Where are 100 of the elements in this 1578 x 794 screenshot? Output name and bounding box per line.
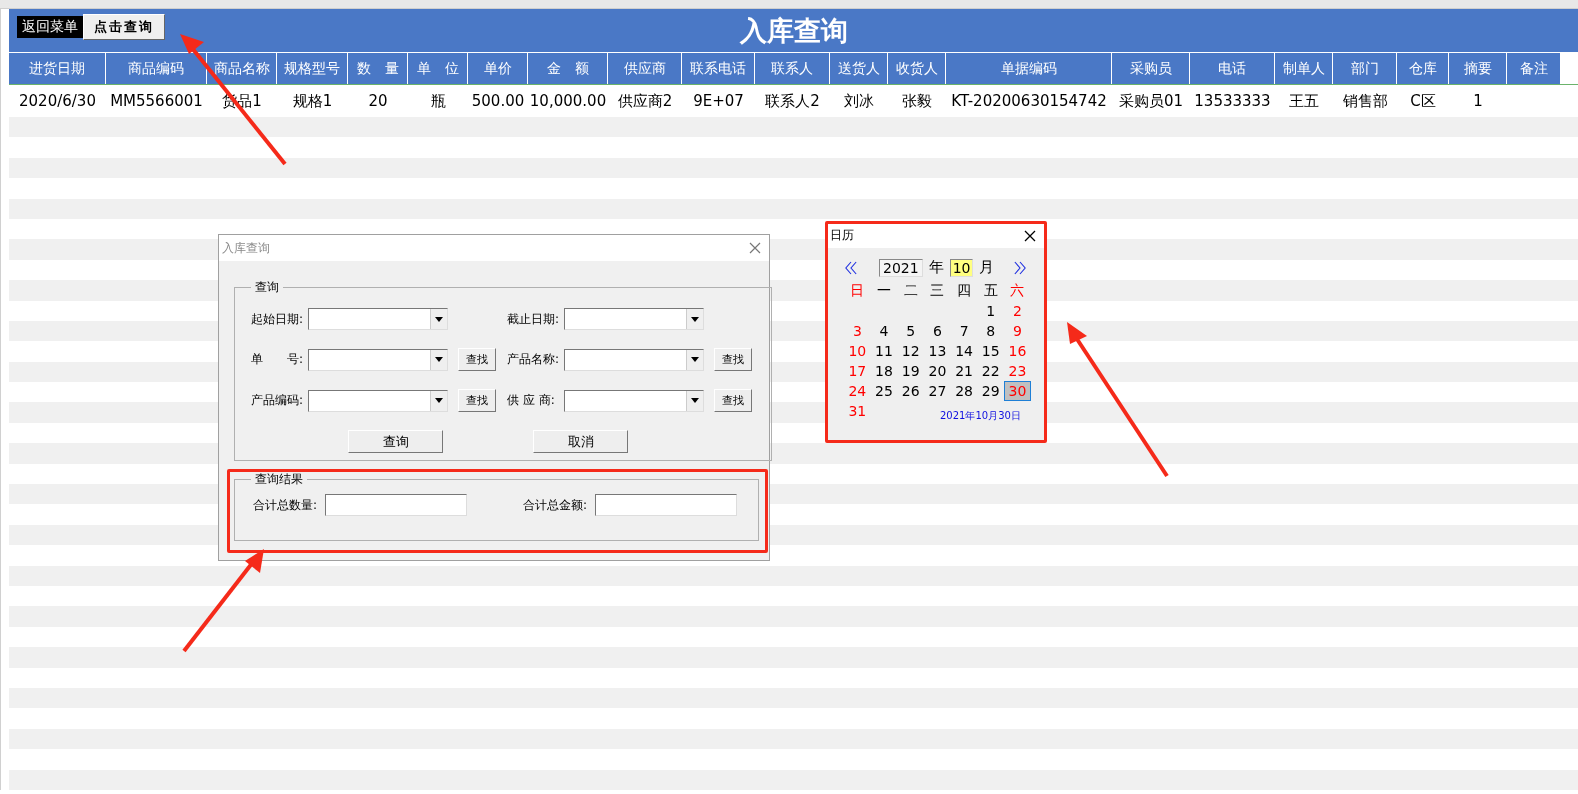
weekday-label: 四 (956, 281, 973, 300)
column-header: 摘要 (1449, 52, 1507, 84)
year-field[interactable]: 2021 (879, 258, 923, 277)
field-label: 产品编码: (251, 392, 305, 409)
table-cell-text: 供应商2 (616, 90, 674, 112)
calendar-day[interactable]: 8 (977, 321, 1005, 341)
dropdown-field[interactable] (308, 389, 448, 412)
weekday-label: 二 (902, 281, 919, 300)
dropdown-arrow-icon (435, 357, 443, 362)
month-field[interactable]: 10 (949, 258, 974, 277)
calendar-day[interactable]: 4 (870, 321, 898, 341)
table-cell-text: 张毅 (901, 90, 933, 112)
column-header: 单价 (468, 52, 528, 84)
column-header: 联系人 (755, 52, 830, 84)
column-header: 备注 (1507, 52, 1561, 84)
column-header: 联系电话 (682, 52, 755, 84)
group-title: 查询结果 (254, 471, 304, 488)
dropdown-field[interactable] (564, 308, 704, 330)
table-cell-text: 联系人2 (764, 90, 821, 112)
table-cell-text: 500.00 (470, 91, 526, 112)
table-cell-text: 20 (367, 91, 389, 112)
calendar-day[interactable]: 13 (924, 341, 951, 361)
dropdown-arrow-icon (435, 398, 443, 403)
input-field[interactable] (325, 494, 467, 516)
calendar-day[interactable]: 15 (977, 341, 1005, 361)
weekday-label: 六 (1009, 281, 1026, 300)
group-title: 查询 (254, 279, 280, 296)
find-button[interactable]: 查找 (714, 348, 752, 371)
dropdown-field[interactable] (308, 308, 448, 330)
sheet-button[interactable]: 点击查询 (83, 14, 165, 40)
calendar-day[interactable]: 20 (924, 361, 951, 381)
calendar-day[interactable]: 7 (950, 321, 978, 341)
table-cell-text: 瓶 (429, 90, 447, 112)
dropdown-arrow-icon (691, 357, 699, 362)
calendar-day[interactable]: 5 (897, 321, 925, 341)
dialog-title: 入库查询 (222, 239, 270, 257)
column-header: 采购员 (1112, 52, 1190, 84)
calendar-day[interactable]: 25 (870, 381, 898, 401)
sheet-button[interactable]: 返回菜单 (17, 16, 83, 38)
find-button[interactable]: 查找 (714, 389, 752, 412)
column-header: 部门 (1333, 52, 1397, 84)
column-header: 规格型号 (277, 52, 348, 84)
column-header: 金 额 (528, 52, 608, 84)
dialog-button[interactable]: 取消 (533, 430, 628, 453)
dropdown-field[interactable] (308, 348, 448, 371)
calendar-day[interactable]: 27 (924, 381, 951, 401)
dialog-button[interactable]: 查询 (348, 430, 443, 453)
table-cell-text: 9E+07 (692, 91, 745, 112)
find-button[interactable]: 查找 (458, 348, 496, 371)
table-cell-text: 刘冰 (843, 90, 875, 112)
input-field[interactable] (595, 494, 737, 516)
field-label: 合计总金额: (523, 496, 589, 514)
calendar-day[interactable]: 18 (870, 361, 898, 381)
calendar-day[interactable]: 1 (977, 301, 1005, 321)
column-header: 送货人 (830, 52, 888, 84)
table-cell-text: 1 (1472, 91, 1484, 112)
calendar-day[interactable]: 12 (897, 341, 925, 361)
column-header: 收货人 (888, 52, 946, 84)
table-cell-text: 王五 (1288, 90, 1320, 112)
year-label: 年 (928, 258, 944, 277)
calendar-day[interactable]: 14 (950, 341, 978, 361)
field-label: 截止日期: (507, 310, 561, 328)
table-cell-text: C区 (1409, 90, 1437, 112)
dropdown-field[interactable] (564, 348, 704, 371)
dropdown-field[interactable] (564, 389, 704, 412)
calendar-day[interactable]: 29 (977, 381, 1005, 401)
window-title: 日历 (830, 227, 854, 244)
selected-date: 2021年10月30日 (940, 409, 1021, 423)
field-label: 单 号: (251, 351, 305, 368)
column-header: 商品名称 (207, 52, 277, 84)
double-chevron-left-icon[interactable] (845, 260, 857, 275)
table-cell-text: 2020/6/30 (18, 91, 97, 112)
sheet-title: 入库查询 (739, 13, 848, 48)
column-header: 供应商 (608, 52, 682, 84)
month-label: 月 (979, 258, 995, 277)
double-chevron-right-icon[interactable] (1014, 260, 1027, 275)
dropdown-arrow-icon (691, 398, 699, 403)
close-icon[interactable] (1024, 229, 1036, 242)
calendar-day[interactable]: 19 (897, 361, 925, 381)
dropdown-arrow-icon (691, 316, 699, 322)
table-cell-text: 采购员01 (1117, 90, 1185, 112)
column-header: 单据编码 (946, 52, 1112, 84)
table-cell-text: 10,000.00 (528, 91, 608, 112)
calendar-day[interactable]: 6 (924, 321, 951, 341)
column-header: 数 量 (348, 52, 408, 84)
calendar-day[interactable]: 28 (950, 381, 978, 401)
field-label: 起始日期: (251, 310, 305, 328)
calendar-day[interactable]: 22 (977, 361, 1005, 381)
table-cell-text: MM5566001 (109, 91, 204, 112)
calendar-day[interactable]: 21 (950, 361, 978, 381)
table-cell-text: KT-20200630154742 (950, 91, 1108, 112)
table-cell-text: 规格1 (291, 90, 334, 112)
find-button[interactable]: 查找 (458, 389, 496, 412)
table-cell-text: 销售部 (1341, 90, 1389, 112)
weekday-label: 五 (982, 281, 999, 300)
column-header: 商品编码 (106, 52, 207, 84)
column-header: 仓库 (1397, 52, 1449, 84)
calendar-day[interactable]: 26 (897, 381, 925, 401)
weekday-label: 三 (929, 281, 946, 300)
calendar-day[interactable]: 11 (870, 341, 898, 361)
